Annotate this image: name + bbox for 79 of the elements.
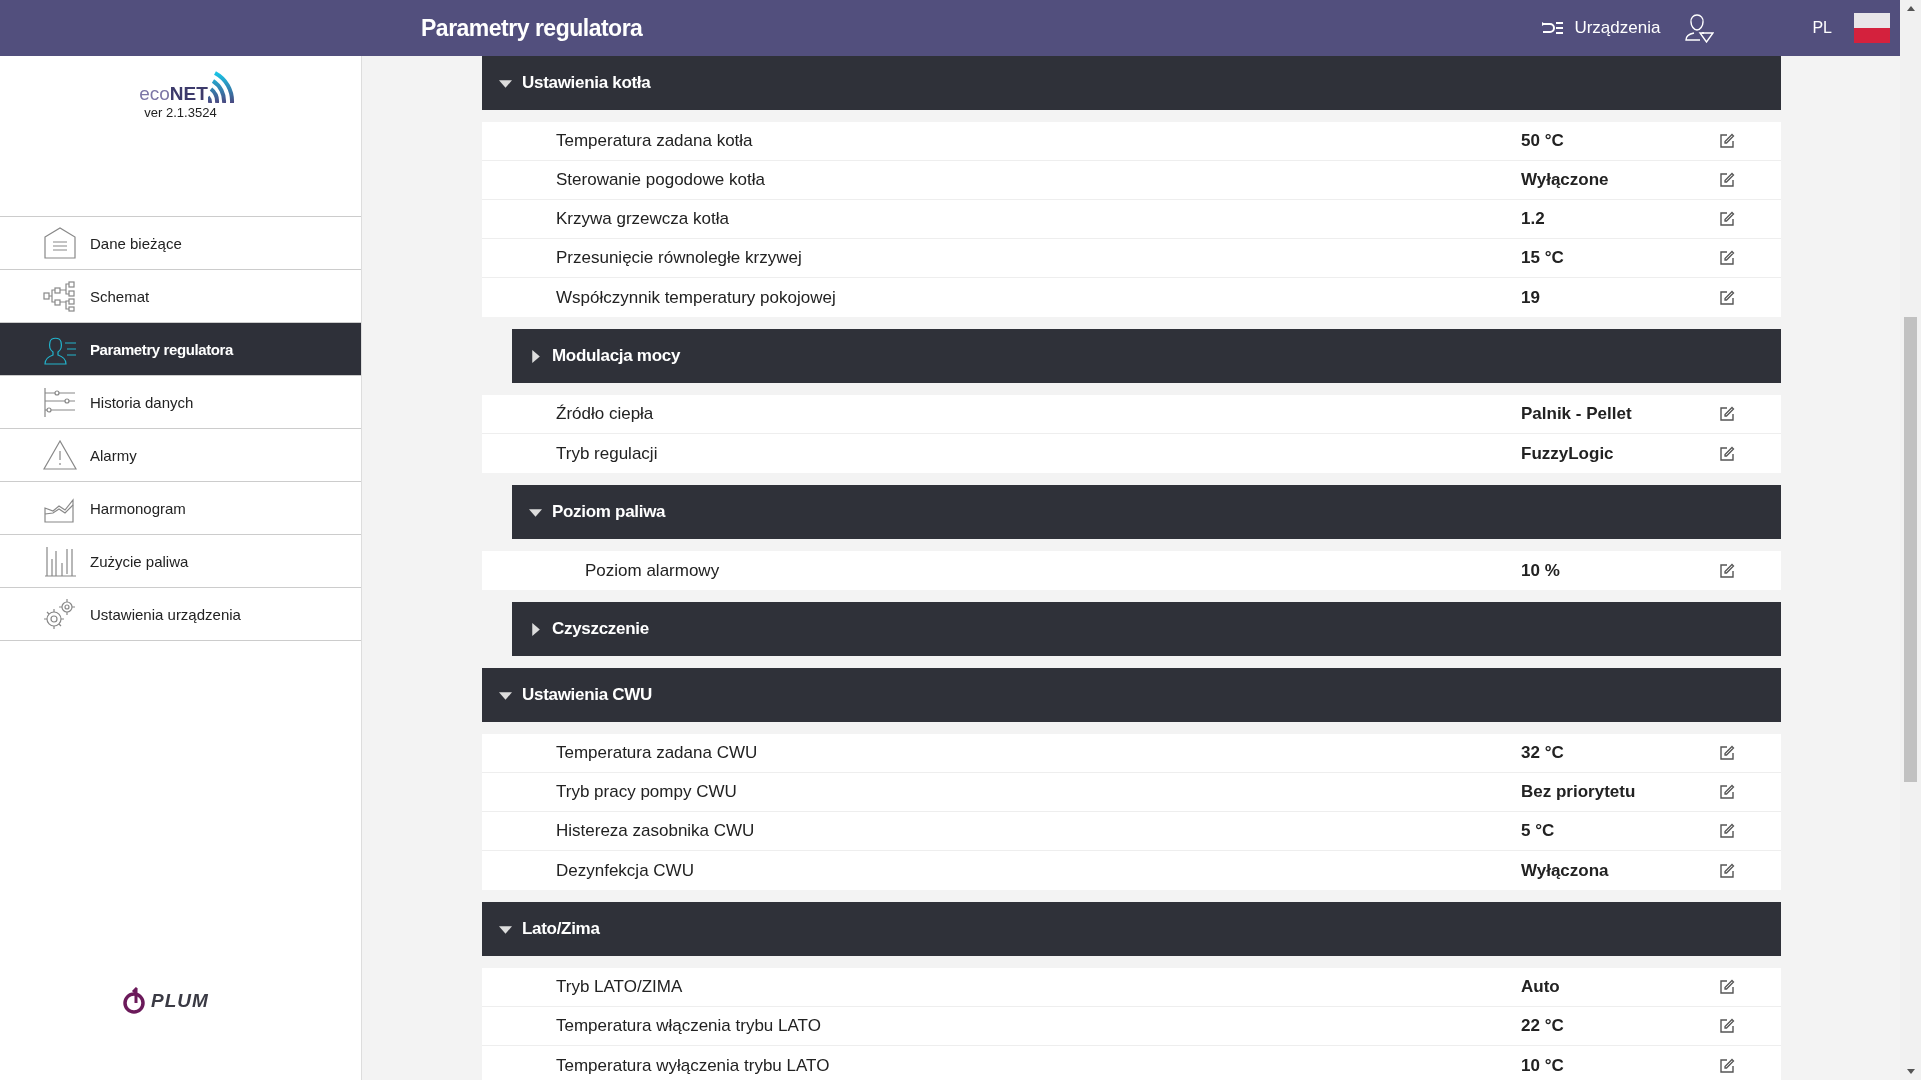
- parameter-value: 10 %: [1521, 560, 1561, 581]
- flag-icon[interactable]: [1854, 13, 1890, 43]
- edit-icon[interactable]: [1719, 745, 1735, 761]
- parameter-label: Przesunięcie równoległe krzywej: [556, 248, 803, 268]
- brand-logo-text: PLUM: [151, 990, 209, 1012]
- parameter-value: Bez priorytetu: [1521, 782, 1637, 802]
- language-label[interactable]: PL: [1812, 19, 1832, 37]
- parameter-label: Dezynfekcja CWU: [556, 860, 695, 881]
- edit-icon[interactable]: [1719, 1057, 1735, 1074]
- parameter-label: Współczynnik temperatury pokojowej: [556, 287, 837, 308]
- devices-link[interactable]: Urządzenia: [1574, 18, 1661, 38]
- edit-icon[interactable]: [1719, 211, 1735, 227]
- edit-icon[interactable]: [1719, 1018, 1735, 1034]
- sidebar-item[interactable]: Harmonogram: [0, 482, 361, 535]
- edit-icon[interactable]: [1719, 172, 1735, 188]
- scrollbar[interactable]: [1900, 0, 1921, 1080]
- scroll-thumb[interactable]: [1904, 317, 1917, 782]
- parameter-value: 5 °C: [1521, 821, 1556, 841]
- parameter-label: Poziom alarmowy: [585, 560, 721, 581]
- edit-icon[interactable]: [1719, 784, 1735, 800]
- parameter-label: Temperatura wyłączenia trybu LATO: [556, 1055, 831, 1076]
- section-header[interactable]: Lato/Zima: [482, 902, 1781, 956]
- warning-icon: [43, 439, 77, 471]
- section-header[interactable]: Ustawienia kotła: [482, 56, 1781, 110]
- gears-icon: [43, 598, 77, 630]
- parameter-label: Histereza zasobnika CWU: [556, 821, 756, 841]
- caret-icon: [529, 349, 542, 363]
- document-icon: [43, 227, 77, 259]
- parameter-label: Tryb regulacji: [556, 443, 659, 464]
- bar-chart-icon: [43, 545, 77, 577]
- page-title: Parametry regulatora: [421, 14, 643, 42]
- parameter-value: Wyłączona: [1521, 860, 1610, 881]
- parameter-value: 10 °C: [1521, 1055, 1565, 1076]
- parameter-label: Temperatura włączenia trybu LATO: [556, 1016, 822, 1036]
- parameter-value: 19: [1521, 287, 1541, 308]
- diagram-icon: [43, 280, 77, 312]
- parameter-value: 32 °C: [1521, 743, 1565, 763]
- edit-icon[interactable]: [1719, 562, 1735, 579]
- parameter-value: FuzzyLogic: [1521, 443, 1615, 464]
- logo-text: ecoNET: [139, 84, 208, 103]
- sidebar-item[interactable]: Zużycie paliwa: [0, 535, 361, 588]
- parameter-label: Krzywa grzewcza kotła: [556, 209, 730, 229]
- edit-icon[interactable]: [1719, 250, 1735, 266]
- parameter-value: Wyłączone: [1521, 170, 1610, 190]
- parameter-label: Temperatura zadana kotła: [556, 131, 754, 151]
- parameter-value: Palnik - Pellet: [1521, 404, 1633, 424]
- user-icon[interactable]: [1684, 13, 1715, 43]
- parameter-label: Temperatura zadana CWU: [556, 743, 759, 763]
- version-label: ver 2.1.3524: [144, 105, 217, 120]
- parameter-value: Auto: [1521, 977, 1561, 997]
- parameter-value: 50 °C: [1521, 131, 1565, 151]
- sidebar-item[interactable]: Historia danych: [0, 376, 361, 429]
- list-icon[interactable]: [1541, 21, 1566, 35]
- section-header[interactable]: Poziom paliwa: [512, 485, 1781, 539]
- edit-icon[interactable]: [1719, 445, 1735, 462]
- scroll-down-icon[interactable]: [1906, 1069, 1915, 1074]
- section-header[interactable]: Modulacja mocy: [512, 329, 1781, 383]
- sidebar-item[interactable]: Alarmy: [0, 429, 361, 482]
- section-header[interactable]: Czyszczenie: [512, 602, 1781, 656]
- parameter-value: 1.2: [1521, 209, 1546, 229]
- parameter-label: Sterowanie pogodowe kotła: [556, 170, 766, 190]
- sidebar-item[interactable]: Dane bieżące: [0, 217, 361, 270]
- scroll-up-icon[interactable]: [1906, 6, 1915, 11]
- caret-icon: [529, 622, 542, 636]
- parameter-label: Źródło ciepła: [556, 404, 655, 424]
- parameter-value: 22 °C: [1521, 1016, 1565, 1036]
- parameter-label: Tryb pracy pompy CWU: [556, 782, 738, 802]
- edit-icon[interactable]: [1719, 406, 1735, 422]
- parameter-value: 15 °C: [1521, 248, 1565, 268]
- edit-icon[interactable]: [1719, 862, 1735, 879]
- edit-icon[interactable]: [1719, 979, 1735, 995]
- sidebar-item[interactable]: Ustawienia urządzenia: [0, 588, 361, 641]
- sidebar-item[interactable]: Parametry regulatora: [0, 323, 361, 376]
- edit-icon[interactable]: [1719, 823, 1735, 839]
- section-header[interactable]: Ustawienia CWU: [482, 668, 1781, 722]
- sliders-icon: [43, 386, 77, 418]
- edit-icon[interactable]: [1719, 289, 1735, 306]
- parameter-label: Tryb LATO/ZIMA: [556, 977, 684, 997]
- edit-icon[interactable]: [1719, 133, 1735, 149]
